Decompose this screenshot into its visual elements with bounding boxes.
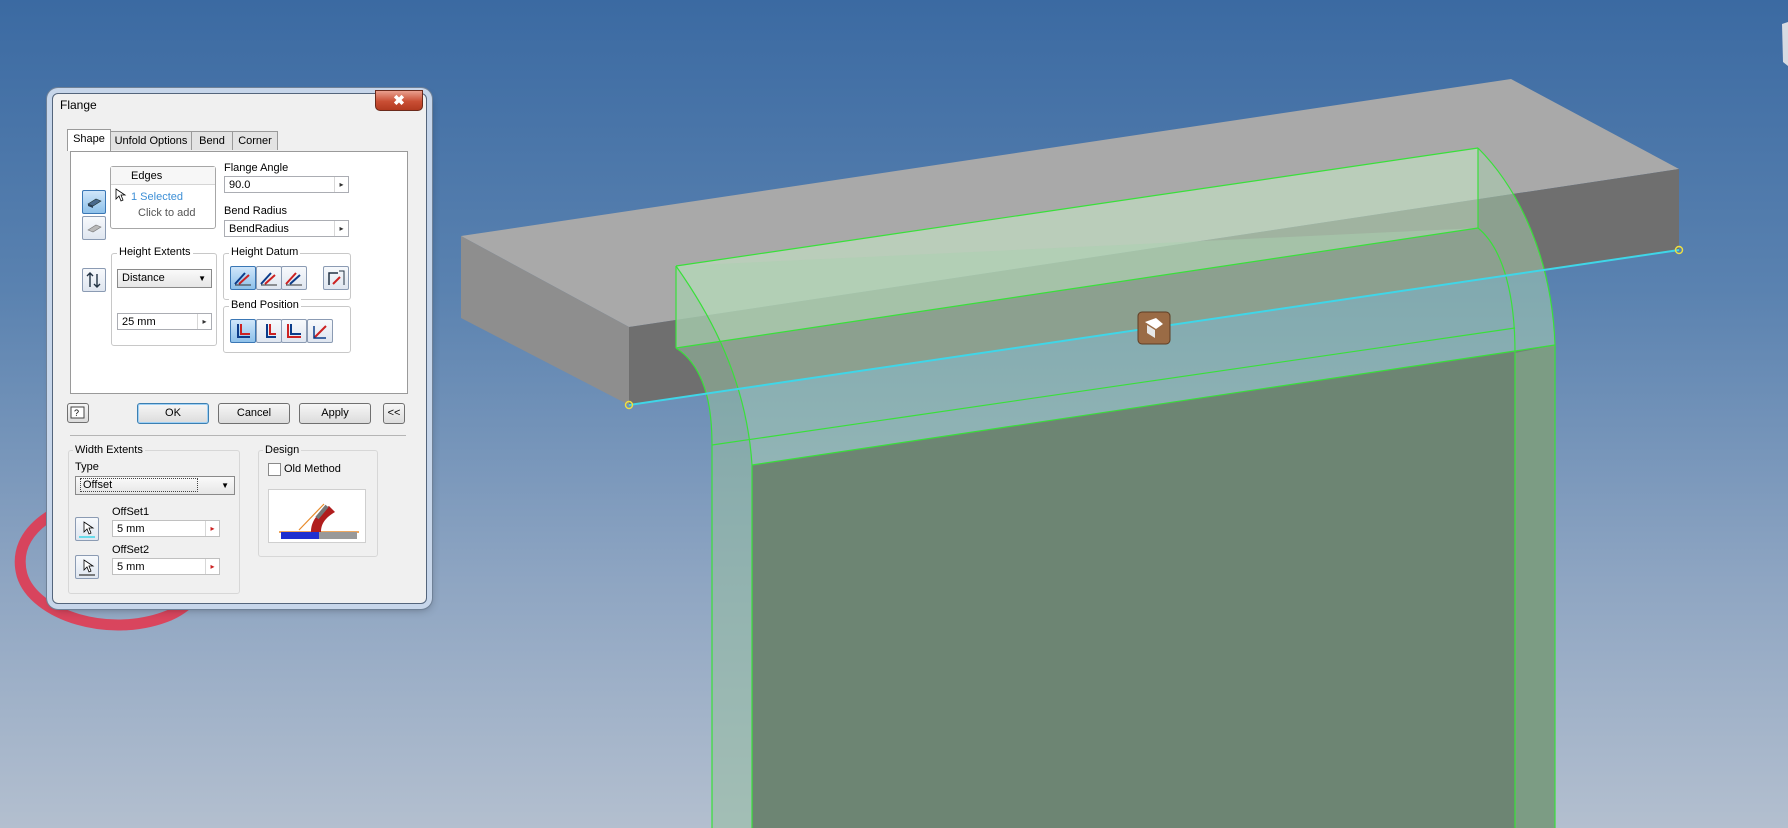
height-datum-label: Height Datum	[229, 246, 301, 258]
bend-position-inside-button[interactable]	[230, 319, 256, 343]
flange-dialog: Flange ✖ Shape Unfold Options Bend Corne…	[52, 90, 427, 604]
flange-angle-field[interactable]: 90.0 ▸	[224, 176, 349, 193]
svg-text:?: ?	[74, 408, 79, 418]
apply-button[interactable]: Apply	[299, 403, 371, 424]
ok-button[interactable]: OK	[137, 403, 209, 424]
bend-design-illustration	[279, 503, 359, 539]
offset2-spin-icon[interactable]: ▸	[205, 559, 219, 574]
datum-aligned-button[interactable]	[323, 266, 349, 290]
dialog-titlebar[interactable]: Flange ✖	[53, 90, 426, 116]
design-group: Design Old Method	[258, 444, 378, 557]
bend-radius-label: Bend Radius	[224, 205, 287, 217]
height-extents-group: Height Extents Distance ▼ 25 mm ▸	[111, 246, 217, 346]
datum-outer-button[interactable]	[256, 266, 282, 290]
tab-unfold-options[interactable]: Unfold Options	[110, 131, 192, 150]
old-method-label: Old Method	[284, 463, 341, 475]
bend-position-label: Bend Position	[229, 299, 301, 311]
offset2-label: OffSet2	[112, 544, 150, 556]
design-preview-image	[268, 489, 366, 543]
height-distance-spin-icon[interactable]: ▸	[197, 314, 211, 329]
old-method-checkbox[interactable]	[268, 463, 281, 476]
datum-inner-icon	[234, 272, 251, 286]
offset2-select-button[interactable]	[75, 555, 99, 579]
height-extents-label: Height Extents	[117, 246, 193, 258]
height-extents-type-select[interactable]: Distance ▼	[117, 269, 212, 288]
flip-height-direction-button[interactable]	[82, 268, 106, 292]
bend-from-face-icon	[287, 324, 301, 338]
width-extents-group: Width Extents Type Offset ▼ OffSet1 5 mm…	[68, 444, 240, 594]
cancel-button[interactable]: Cancel	[218, 403, 290, 424]
flip-direction-arrows-icon	[86, 272, 101, 288]
datum-inner-button[interactable]	[230, 266, 256, 290]
collapse-button[interactable]: <<	[383, 403, 405, 424]
bend-outside-icon	[266, 324, 276, 338]
bend-tangent-icon	[313, 325, 327, 339]
width-extents-label: Width Extents	[73, 444, 145, 456]
offset2-field[interactable]: 5 mm ▸	[112, 558, 220, 575]
select-edges-button[interactable]	[82, 190, 106, 214]
height-datum-group: Height Datum	[223, 246, 351, 300]
flange-angle-spin-icon[interactable]: ▸	[334, 177, 348, 192]
edges-selected-count[interactable]: 1 Selected	[131, 191, 183, 203]
datum-aligned-icon	[328, 270, 345, 285]
bend-radius-spin-icon[interactable]: ▸	[334, 221, 348, 236]
flip-direction-icon[interactable]	[1137, 311, 1171, 345]
datum-tangent-icon	[285, 272, 302, 286]
design-label: Design	[263, 444, 302, 456]
cursor-arrow-icon	[79, 559, 95, 576]
loop-select-icon	[87, 224, 102, 233]
flange-angle-label: Flange Angle	[224, 162, 289, 174]
bend-position-outside-button[interactable]	[256, 319, 282, 343]
tab-bend[interactable]: Bend	[191, 131, 233, 150]
offset1-select-button[interactable]	[75, 517, 99, 541]
bend-inside-icon	[237, 324, 250, 338]
close-icon: ✖	[393, 92, 405, 108]
bend-position-group: Bend Position	[223, 299, 351, 353]
chevron-down-icon: ▼	[198, 274, 206, 283]
cursor-arrow-icon	[79, 521, 95, 538]
help-icon: ?	[70, 406, 85, 419]
bend-position-tangent-button[interactable]	[307, 319, 333, 343]
select-loop-button[interactable]	[82, 216, 106, 240]
cursor-arrow-icon	[115, 188, 127, 202]
view-cube-fragment[interactable]	[1782, 22, 1788, 66]
close-button[interactable]: ✖	[375, 90, 423, 111]
help-button[interactable]: ?	[67, 403, 89, 423]
chevron-down-icon: ▼	[221, 481, 229, 490]
dialog-title: Flange	[60, 98, 97, 112]
height-distance-field[interactable]: 25 mm ▸	[117, 313, 212, 330]
datum-outer-icon	[260, 272, 277, 286]
shape-tab-panel: Edges 1 Selected Click to add Flange Ang…	[70, 151, 408, 394]
flange-preview	[675, 147, 1556, 828]
offset1-field[interactable]: 5 mm ▸	[112, 520, 220, 537]
offset1-label: OffSet1	[112, 506, 150, 518]
offset1-spin-icon[interactable]: ▸	[205, 521, 219, 536]
tab-corner[interactable]: Corner	[232, 131, 278, 150]
datum-tangent-button[interactable]	[281, 266, 307, 290]
edge-select-icon	[87, 198, 102, 208]
divider	[70, 435, 406, 436]
edges-header: Edges	[111, 167, 215, 185]
bend-radius-field[interactable]: BendRadius ▸	[224, 220, 349, 237]
edges-list[interactable]: Edges 1 Selected Click to add	[110, 166, 216, 229]
width-type-label: Type	[75, 461, 99, 473]
bend-position-from-face-button[interactable]	[281, 319, 307, 343]
tab-shape[interactable]: Shape	[67, 129, 111, 151]
edges-click-to-add[interactable]: Click to add	[138, 207, 195, 219]
width-type-select[interactable]: Offset ▼	[75, 476, 235, 495]
